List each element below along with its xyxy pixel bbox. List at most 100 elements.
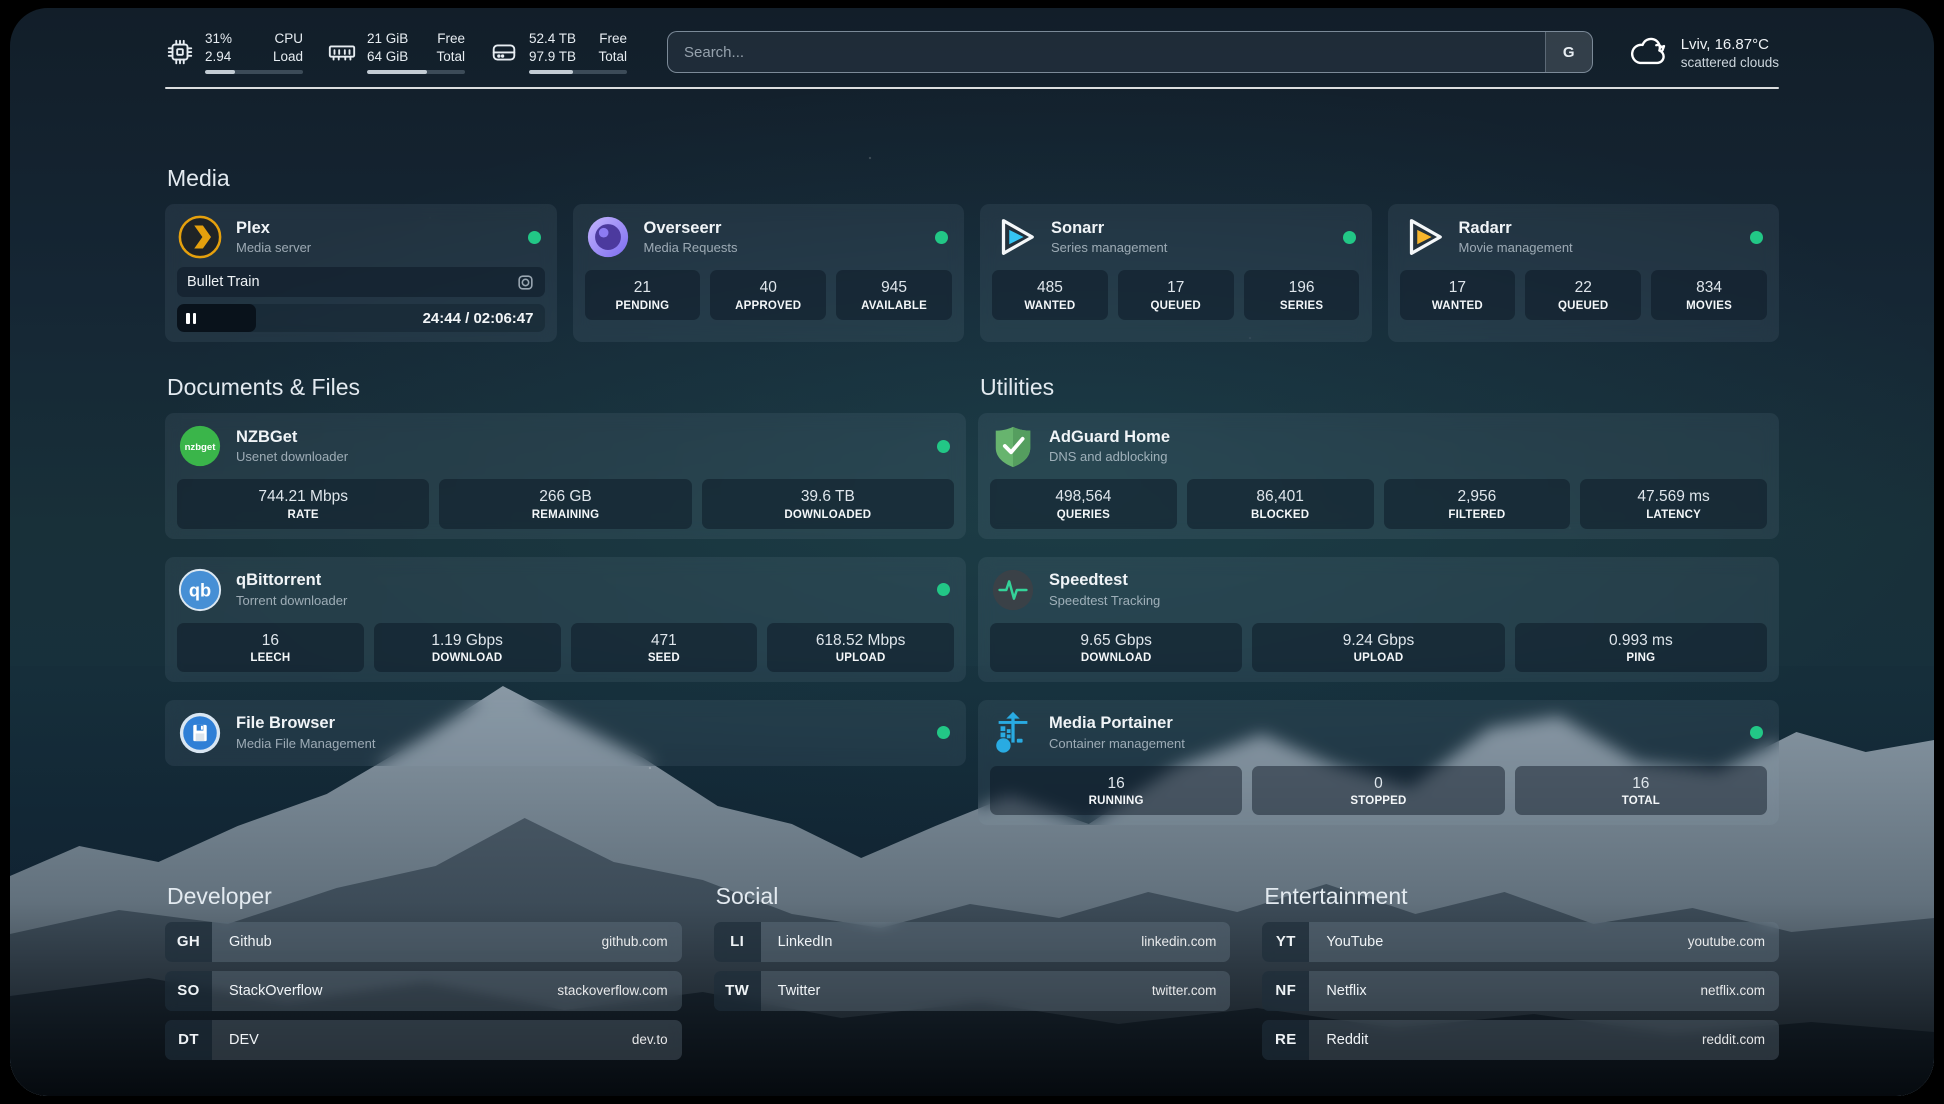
- bookmark-group-entertainment: Entertainment YT YouTube youtube.com NF …: [1262, 883, 1779, 1060]
- stat-ping: 0.993 msPING: [1515, 623, 1767, 672]
- bookmark-youtube[interactable]: YT YouTube youtube.com: [1262, 922, 1779, 962]
- ram-icon: [327, 37, 357, 67]
- bookmark-abbr: RE: [1262, 1020, 1309, 1060]
- bookmark-abbr: GH: [165, 922, 212, 962]
- stat-upload: 618.52 MbpsUPLOAD: [767, 623, 954, 672]
- search-provider-button[interactable]: G: [1545, 32, 1592, 72]
- status-online-dot: [935, 231, 948, 244]
- service-description: Container management: [1049, 735, 1185, 753]
- portainer-icon: [990, 710, 1036, 756]
- bookmark-name: Twitter: [761, 983, 821, 999]
- stat-filtered: 2,956FILTERED: [1384, 479, 1571, 528]
- section-title-developer: Developer: [167, 883, 682, 910]
- qbittorrent-icon: qb: [177, 567, 223, 613]
- bookmark-abbr: TW: [714, 971, 761, 1011]
- stat-queries: 498,564QUERIES: [990, 479, 1177, 528]
- disk-labels: FreeTotal: [598, 30, 627, 66]
- service-card-plex[interactable]: Plex Media server Bullet Train: [165, 204, 557, 342]
- service-name: Radarr: [1459, 218, 1573, 239]
- bookmark-stackoverflow[interactable]: SO StackOverflow stackoverflow.com: [165, 971, 682, 1011]
- service-description: Series management: [1051, 239, 1167, 257]
- svg-text:qb: qb: [189, 580, 211, 600]
- service-card-radarr[interactable]: Radarr Movie management 17WANTED 22QUEUE…: [1388, 204, 1780, 342]
- service-card-speedtest[interactable]: Speedtest Speedtest Tracking 9.65 GbpsDO…: [978, 557, 1779, 682]
- service-card-qbittorrent[interactable]: qb qBittorrent Torrent downloader 16LEEC…: [165, 557, 966, 682]
- stat-leech: 16LEECH: [177, 623, 364, 672]
- filebrowser-icon: [177, 710, 223, 756]
- stat-remaining: 266 GBREMAINING: [439, 479, 691, 528]
- bookmark-dev[interactable]: DT DEV dev.to: [165, 1020, 682, 1060]
- status-online-dot: [937, 583, 950, 596]
- bookmark-domain: netflix.com: [1700, 983, 1779, 998]
- stat-total: 16TOTAL: [1515, 766, 1767, 815]
- stat-download: 9.65 GbpsDOWNLOAD: [990, 623, 1242, 672]
- service-description: DNS and adblocking: [1049, 448, 1170, 466]
- status-online-dot: [1343, 231, 1356, 244]
- weather-widget: Lviv, 16.87°C scattered clouds: [1629, 35, 1779, 70]
- stat-series: 196SERIES: [1244, 270, 1360, 319]
- bookmark-twitter[interactable]: TW Twitter twitter.com: [714, 971, 1231, 1011]
- stat-queued: 22QUEUED: [1525, 270, 1641, 319]
- memory-progress-bar: [367, 70, 465, 74]
- service-card-portainer[interactable]: Media Portainer Container management 16R…: [978, 700, 1779, 825]
- stat-approved: 40APPROVED: [710, 270, 826, 319]
- search-input[interactable]: [668, 44, 1545, 61]
- svg-text:nzbget: nzbget: [185, 442, 217, 453]
- plex-icon: [177, 214, 223, 260]
- sonarr-icon: [992, 214, 1038, 260]
- service-description: Torrent downloader: [236, 592, 347, 610]
- service-description: Speedtest Tracking: [1049, 592, 1160, 610]
- service-card-filebrowser[interactable]: File Browser Media File Management: [165, 700, 966, 766]
- overseerr-icon: [585, 214, 631, 260]
- playback-time: 24:44 / 02:06:47: [423, 304, 534, 332]
- memory-values: 21 GiB64 GiB: [367, 30, 408, 66]
- service-card-overseerr[interactable]: Overseerr Media Requests 21PENDING 40APP…: [573, 204, 965, 342]
- disk-icon: [489, 37, 519, 67]
- stat-available: 945AVAILABLE: [836, 270, 952, 319]
- bookmark-reddit[interactable]: RE Reddit reddit.com: [1262, 1020, 1779, 1060]
- stat-rate: 744.21 MbpsRATE: [177, 479, 429, 528]
- disk-progress-bar: [529, 70, 627, 74]
- weather-location-temp: Lviv, 16.87°C: [1681, 35, 1779, 55]
- cpu-chip-icon: [165, 37, 195, 67]
- bookmark-domain: github.com: [602, 934, 682, 949]
- now-playing-view-icon: [516, 273, 535, 292]
- service-name: Media Portainer: [1049, 713, 1185, 734]
- stat-seed: 471SEED: [571, 623, 758, 672]
- bookmark-domain: reddit.com: [1702, 1032, 1779, 1047]
- service-name: Speedtest: [1049, 570, 1160, 591]
- bookmark-abbr: SO: [165, 971, 212, 1011]
- bookmark-abbr: DT: [165, 1020, 212, 1060]
- bookmark-linkedin[interactable]: LI LinkedIn linkedin.com: [714, 922, 1231, 962]
- bookmark-abbr: YT: [1262, 922, 1309, 962]
- bookmark-name: DEV: [212, 1032, 259, 1048]
- service-name: qBittorrent: [236, 570, 347, 591]
- radarr-icon: [1400, 214, 1446, 260]
- service-name: NZBGet: [236, 427, 348, 448]
- service-card-adguard[interactable]: AdGuard Home DNS and adblocking 498,564Q…: [978, 413, 1779, 538]
- now-playing-row: Bullet Train: [177, 267, 545, 297]
- service-description: Media server: [236, 239, 311, 257]
- service-description: Media File Management: [236, 735, 375, 753]
- service-name: File Browser: [236, 713, 375, 734]
- service-card-nzbget[interactable]: nzbget NZBGet Usenet downloader 744.21 M…: [165, 413, 966, 538]
- bookmark-netflix[interactable]: NF Netflix netflix.com: [1262, 971, 1779, 1011]
- stat-pending: 21PENDING: [585, 270, 701, 319]
- service-card-sonarr[interactable]: Sonarr Series management 485WANTED 17QUE…: [980, 204, 1372, 342]
- cpu-widget: 31%2.94 CPULoad: [165, 30, 303, 74]
- bookmark-group-developer: Developer GH Github github.com SO StackO…: [165, 883, 682, 1060]
- section-title-entertainment: Entertainment: [1264, 883, 1779, 910]
- memory-widget: 21 GiB64 GiB FreeTotal: [327, 30, 465, 74]
- cpu-progress-bar: [205, 70, 303, 74]
- status-online-dot: [1750, 726, 1763, 739]
- stat-latency: 47.569 msLATENCY: [1580, 479, 1767, 528]
- cpu-labels: CPULoad: [273, 30, 303, 66]
- bookmark-domain: twitter.com: [1152, 983, 1231, 998]
- section-title-media: Media: [167, 165, 1779, 192]
- status-online-dot: [1750, 231, 1763, 244]
- bookmark-github[interactable]: GH Github github.com: [165, 922, 682, 962]
- section-documents: Documents & Files nzbget NZBGet Usenet d…: [165, 374, 966, 824]
- bookmark-name: Netflix: [1309, 983, 1366, 999]
- weather-condition: scattered clouds: [1681, 55, 1779, 70]
- bookmark-name: Reddit: [1309, 1032, 1368, 1048]
